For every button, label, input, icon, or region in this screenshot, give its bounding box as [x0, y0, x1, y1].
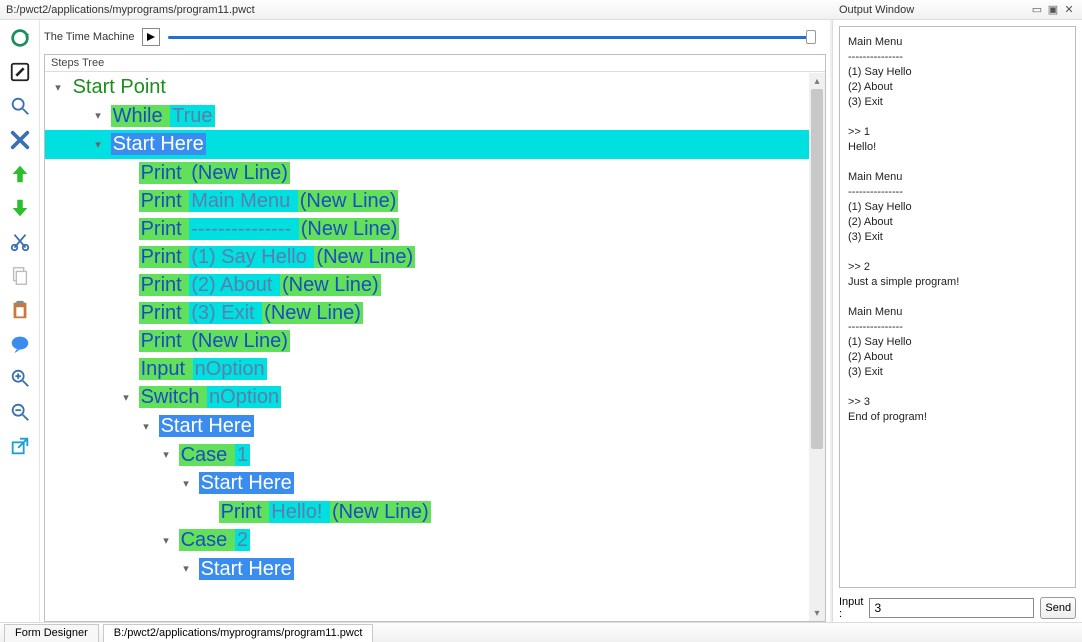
edit-icon[interactable] [6, 58, 34, 86]
arrow-down-icon[interactable] [6, 194, 34, 222]
zoom-in-icon[interactable] [6, 364, 34, 392]
expander-icon[interactable]: ▾ [93, 131, 103, 159]
zoom-icon[interactable] [6, 92, 34, 120]
minimize-icon[interactable]: ▭ [1030, 3, 1044, 17]
node-print-mainmenu[interactable]: Print Main Menu (New Line) [45, 187, 809, 215]
node-print-blank-1[interactable]: Print (New Line) [45, 159, 809, 187]
node-print-opt3[interactable]: Print (3) Exit (New Line) [45, 299, 809, 327]
send-button[interactable]: Send [1040, 597, 1076, 619]
expander-icon[interactable]: ▾ [161, 527, 171, 555]
tab-form-designer[interactable]: Form Designer [4, 624, 99, 642]
tree-body[interactable]: ▾ Start Point ▾ While True ▾ Start Here … [45, 73, 809, 621]
footer: Form Designer B:/pwct2/applications/mypr… [0, 622, 1082, 642]
node-start-point[interactable]: ▾ Start Point [45, 73, 809, 102]
expander-icon[interactable]: ▾ [53, 74, 63, 102]
paste-icon[interactable] [6, 296, 34, 324]
slider-thumb[interactable] [806, 30, 816, 44]
time-machine-row: The Time Machine [44, 22, 826, 52]
output-titlebar: Output Window ▭ ▣ ✕ [833, 0, 1082, 20]
input-row: Input : Send [833, 594, 1082, 622]
popout-icon[interactable] [6, 432, 34, 460]
refresh-icon[interactable] [6, 24, 34, 52]
comment-icon[interactable] [6, 330, 34, 358]
node-print-opt1[interactable]: Print (1) Say Hello (New Line) [45, 243, 809, 271]
time-slider[interactable] [168, 30, 816, 44]
tab-file[interactable]: B:/pwct2/applications/myprograms/program… [103, 624, 374, 642]
cut-icon[interactable] [6, 228, 34, 256]
output-title: Output Window [839, 4, 914, 16]
output-text: Main Menu --------------- (1) Say Hello … [839, 26, 1076, 588]
scroll-down-icon[interactable]: ▾ [809, 605, 825, 621]
expander-icon[interactable]: ▾ [181, 555, 191, 583]
input-label: Input : [839, 596, 863, 620]
node-case-1-starthere[interactable]: ▾ Start Here [45, 469, 809, 498]
node-print-opt2[interactable]: Print (2) About (New Line) [45, 271, 809, 299]
scroll-up-icon[interactable]: ▴ [809, 73, 825, 89]
arrow-up-icon[interactable] [6, 160, 34, 188]
expander-icon[interactable]: ▾ [181, 470, 191, 498]
input-field[interactable] [869, 598, 1034, 618]
node-while[interactable]: ▾ While True [45, 102, 809, 131]
close-icon[interactable]: ✕ [1062, 3, 1076, 17]
play-button[interactable] [142, 28, 160, 46]
node-case-2[interactable]: ▾ Case 2 [45, 526, 809, 555]
node-case-1[interactable]: ▾ Case 1 [45, 441, 809, 470]
steps-tree-panel: Steps Tree ▾ Start Point ▾ While True ▾ … [44, 54, 826, 622]
node-case-2-starthere[interactable]: ▾ Start Here [45, 555, 809, 584]
scroll-thumb[interactable] [811, 89, 823, 449]
expander-icon[interactable]: ▾ [93, 102, 103, 130]
left-toolbar [0, 20, 40, 622]
copy-icon[interactable] [6, 262, 34, 290]
node-switch[interactable]: ▾ Switch nOption [45, 383, 809, 412]
node-print-blank-2[interactable]: Print (New Line) [45, 327, 809, 355]
maximize-icon[interactable]: ▣ [1046, 3, 1060, 17]
node-switch-starthere[interactable]: ▾ Start Here [45, 412, 809, 441]
title-text: B:/pwct2/applications/myprograms/program… [6, 4, 255, 16]
slider-track [168, 36, 816, 39]
output-panel: Output Window ▭ ▣ ✕ Main Menu ----------… [832, 20, 1082, 622]
expander-icon[interactable]: ▾ [141, 413, 151, 441]
node-print-dashes[interactable]: Print --------------- (New Line) [45, 215, 809, 243]
time-machine-label: The Time Machine [44, 31, 134, 43]
node-start-here-selected[interactable]: ▾ Start Here [45, 130, 809, 159]
expander-icon[interactable]: ▾ [121, 384, 131, 412]
node-print-hello[interactable]: Print Hello! (New Line) [45, 498, 809, 526]
cancel-icon[interactable] [6, 126, 34, 154]
zoom-out-icon[interactable] [6, 398, 34, 426]
node-input[interactable]: Input nOption [45, 355, 809, 383]
vertical-scrollbar[interactable]: ▴ ▾ [809, 73, 825, 621]
center-area: The Time Machine Steps Tree ▾ Start Poin… [40, 20, 830, 622]
expander-icon[interactable]: ▾ [161, 441, 171, 469]
tree-header: Steps Tree [45, 55, 825, 72]
